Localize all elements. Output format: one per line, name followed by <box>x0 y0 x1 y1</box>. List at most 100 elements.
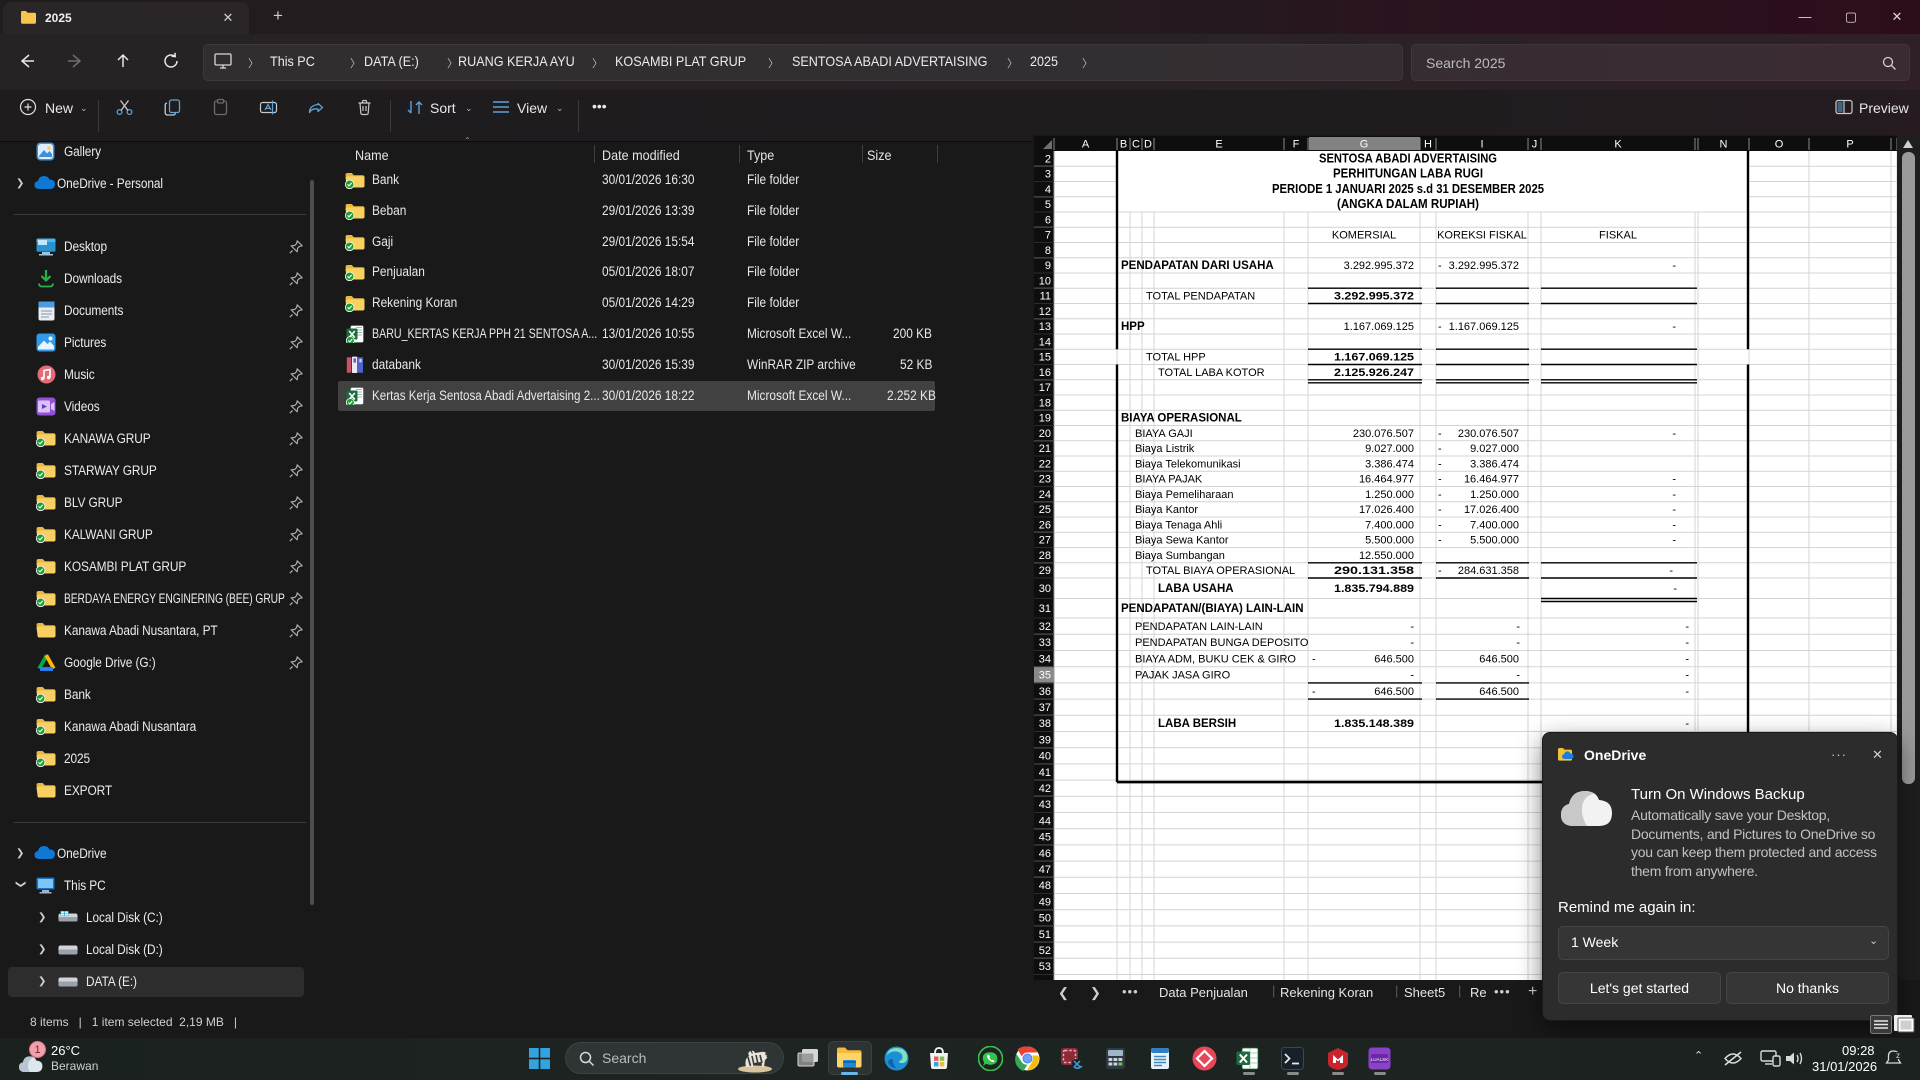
svg-text:4: 4 <box>1045 184 1051 196</box>
svg-text:K: K <box>1614 139 1622 151</box>
svg-text:B: B <box>1120 139 1127 151</box>
svg-text:-: - <box>1685 670 1689 682</box>
svg-text:49: 49 <box>1039 896 1051 908</box>
svg-text:17.026.400: 17.026.400 <box>1359 504 1414 516</box>
svg-text:43: 43 <box>1039 799 1051 811</box>
svg-text:-: - <box>1438 260 1442 272</box>
svg-text:9.027.000: 9.027.000 <box>1470 443 1519 455</box>
svg-text:O: O <box>1775 139 1784 151</box>
svg-text:BIAYA ADM, BUKU CEK & GIRO: BIAYA ADM, BUKU CEK & GIRO <box>1135 653 1296 665</box>
svg-text:18: 18 <box>1039 397 1051 409</box>
svg-text:5.500.000: 5.500.000 <box>1470 535 1519 547</box>
svg-text:-: - <box>1438 428 1442 440</box>
svg-text:42: 42 <box>1039 783 1051 795</box>
svg-text:47: 47 <box>1039 864 1051 876</box>
svg-text:1.167.069.125: 1.167.069.125 <box>1344 321 1414 333</box>
svg-text:-: - <box>1685 621 1689 633</box>
svg-text:I: I <box>1480 139 1483 151</box>
svg-text:D: D <box>1144 139 1152 151</box>
svg-text:-: - <box>1672 535 1676 547</box>
svg-text:-: - <box>1410 670 1414 682</box>
svg-text:Biaya Sewa Kantor: Biaya Sewa Kantor <box>1135 535 1229 547</box>
svg-text:20: 20 <box>1039 428 1051 440</box>
svg-text:-: - <box>1410 621 1414 633</box>
svg-text:Biaya Kantor: Biaya Kantor <box>1135 504 1198 516</box>
svg-text:PERIODE 1 JANUARI 2025 s.d 31: PERIODE 1 JANUARI 2025 s.d 31 DESEMBER 2… <box>1272 182 1544 196</box>
svg-text:32: 32 <box>1039 621 1051 633</box>
svg-text:E: E <box>1215 139 1222 151</box>
svg-text:TOTAL HPP: TOTAL HPP <box>1146 352 1206 364</box>
svg-text:-: - <box>1672 504 1676 516</box>
svg-text:3.292.995.372: 3.292.995.372 <box>1334 291 1414 303</box>
svg-text:-: - <box>1516 637 1520 649</box>
svg-text:16: 16 <box>1039 367 1051 379</box>
svg-text:2.125.926.247: 2.125.926.247 <box>1334 367 1414 379</box>
svg-text:3.386.474: 3.386.474 <box>1470 458 1519 470</box>
svg-text:24: 24 <box>1039 489 1051 501</box>
svg-text:14: 14 <box>1039 336 1051 348</box>
svg-text:-: - <box>1516 670 1520 682</box>
svg-text:LABA USAHA: LABA USAHA <box>1158 583 1234 595</box>
svg-text:-: - <box>1438 321 1442 333</box>
svg-text:2: 2 <box>1045 153 1051 165</box>
svg-text:PENDAPATAN/(BIAYA) LAIN-LAIN: PENDAPATAN/(BIAYA) LAIN-LAIN <box>1121 603 1304 615</box>
svg-text:1.835.794.889: 1.835.794.889 <box>1334 583 1414 595</box>
svg-text:7.400.000: 7.400.000 <box>1470 519 1519 531</box>
svg-text:9: 9 <box>1045 260 1051 272</box>
svg-text:TOTAL BIAYA OPERASIONAL: TOTAL BIAYA OPERASIONAL <box>1146 565 1295 577</box>
svg-text:Biaya Pemeliharaan: Biaya Pemeliharaan <box>1135 489 1233 501</box>
svg-text:-: - <box>1438 504 1442 516</box>
svg-text:12: 12 <box>1039 306 1051 318</box>
svg-text:26: 26 <box>1039 519 1051 531</box>
svg-text:KOMERSIAL: KOMERSIAL <box>1332 230 1396 242</box>
svg-text:-: - <box>1438 535 1442 547</box>
svg-text:16.464.977: 16.464.977 <box>1464 474 1519 486</box>
svg-text:28: 28 <box>1039 550 1051 562</box>
svg-text:-: - <box>1685 718 1689 730</box>
svg-text:5: 5 <box>1045 199 1051 211</box>
svg-text:PENDAPATAN BUNGA DEPOSITO: PENDAPATAN BUNGA DEPOSITO <box>1135 637 1309 649</box>
svg-text:-: - <box>1410 637 1414 649</box>
svg-text:-: - <box>1312 686 1316 698</box>
svg-text:(ANGKA DALAM RUPIAH): (ANGKA DALAM RUPIAH) <box>1337 197 1479 211</box>
svg-text:-: - <box>1685 637 1689 649</box>
svg-text:BIAYA OPERASIONAL: BIAYA OPERASIONAL <box>1121 413 1242 425</box>
svg-text:PENDAPATAN DARI USAHA: PENDAPATAN DARI USAHA <box>1121 260 1274 272</box>
svg-text:284.631.358: 284.631.358 <box>1458 565 1519 577</box>
svg-text:8: 8 <box>1045 245 1051 257</box>
svg-text:J: J <box>1532 139 1538 151</box>
svg-text:30: 30 <box>1039 583 1051 595</box>
svg-text:Biaya Tenaga Ahli: Biaya Tenaga Ahli <box>1135 519 1222 531</box>
svg-text:51: 51 <box>1039 929 1051 941</box>
svg-text:Biaya Telekomunikasi: Biaya Telekomunikasi <box>1135 458 1241 470</box>
svg-text:53: 53 <box>1039 961 1051 973</box>
svg-text:230.076.507: 230.076.507 <box>1353 428 1414 440</box>
svg-text:-: - <box>1672 321 1676 333</box>
svg-text:11: 11 <box>1040 291 1051 303</box>
svg-text:1.250.000: 1.250.000 <box>1470 489 1519 501</box>
svg-text:KOREKSI FISKAL: KOREKSI FISKAL <box>1437 230 1527 242</box>
svg-text:15: 15 <box>1039 352 1051 364</box>
svg-text:BIAYA GAJI: BIAYA GAJI <box>1135 428 1193 440</box>
svg-text:FISKAL: FISKAL <box>1599 230 1637 242</box>
svg-text:A: A <box>1082 139 1090 151</box>
svg-text:48: 48 <box>1039 880 1051 892</box>
svg-text:PENDAPATAN LAIN-LAIN: PENDAPATAN LAIN-LAIN <box>1135 621 1263 633</box>
svg-text:50: 50 <box>1039 913 1051 925</box>
svg-text:-: - <box>1516 621 1520 633</box>
svg-text:-: - <box>1438 565 1442 577</box>
svg-text:10: 10 <box>1039 275 1051 287</box>
svg-text:1.250.000: 1.250.000 <box>1365 489 1414 501</box>
svg-text:29: 29 <box>1039 565 1051 577</box>
svg-text:P: P <box>1846 139 1853 151</box>
svg-text:23: 23 <box>1039 474 1051 486</box>
svg-text:13: 13 <box>1039 321 1051 333</box>
svg-text:SENTOSA ABADI ADVERTAISING: SENTOSA ABADI ADVERTAISING <box>1319 151 1497 165</box>
svg-text:7: 7 <box>1045 230 1051 242</box>
svg-text:17.026.400: 17.026.400 <box>1464 504 1519 516</box>
svg-text:41: 41 <box>1039 767 1051 779</box>
svg-text:39: 39 <box>1039 734 1051 746</box>
svg-text:1.167.069.125: 1.167.069.125 <box>1334 352 1414 364</box>
svg-text:G: G <box>1360 139 1369 151</box>
svg-text:35: 35 <box>1039 670 1051 682</box>
